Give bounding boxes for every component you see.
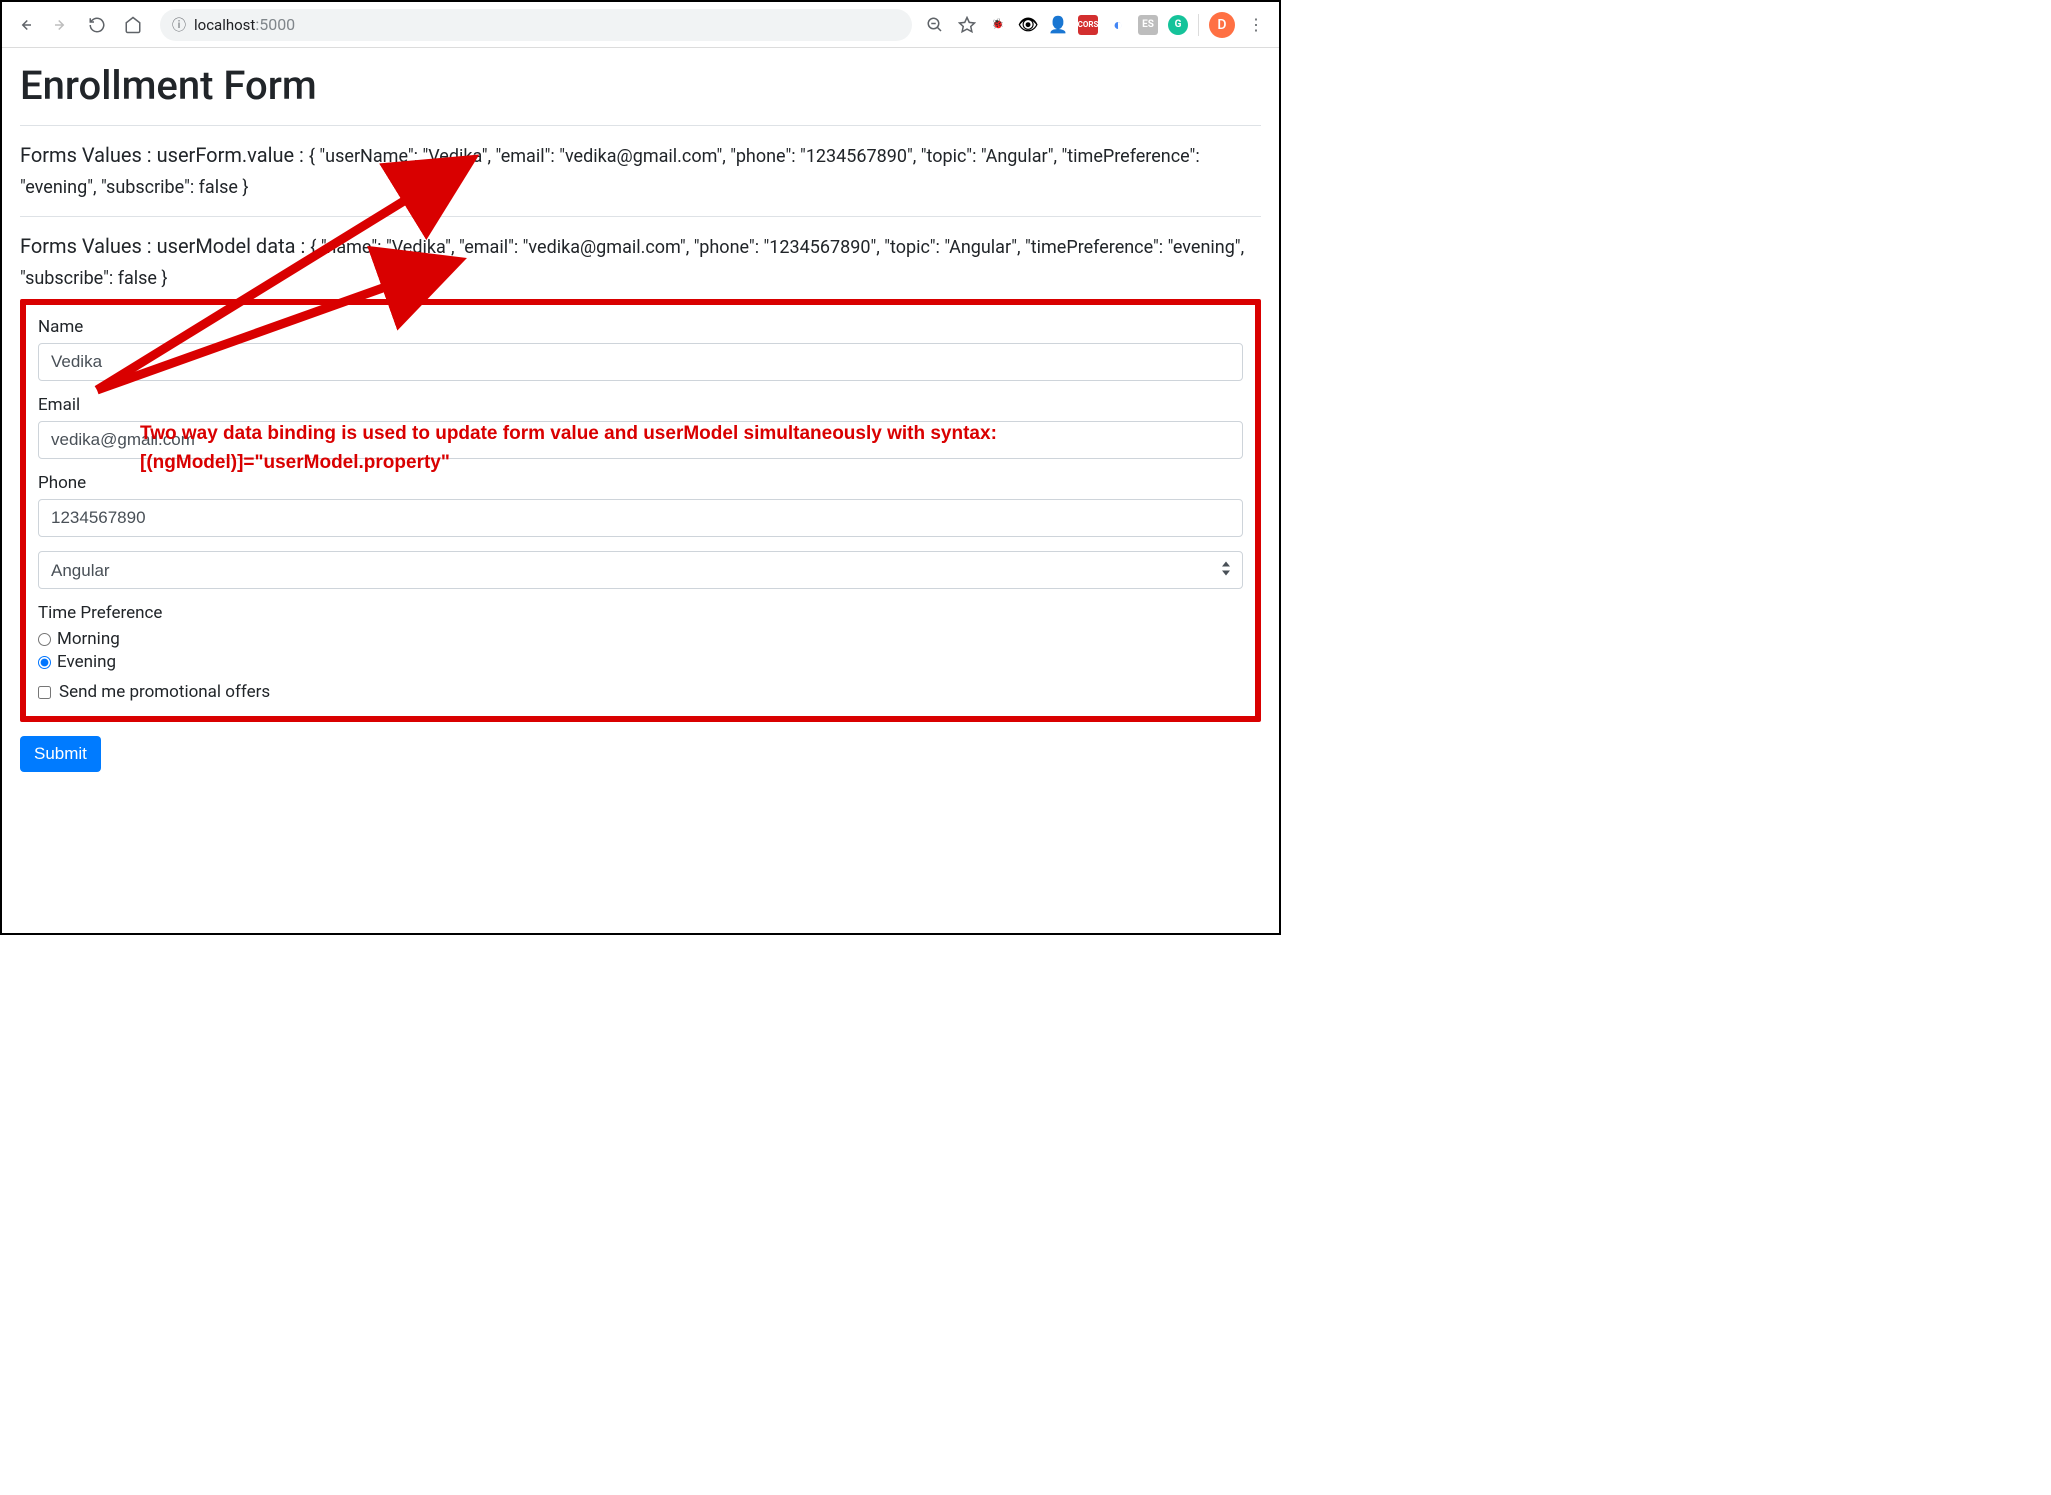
subscribe-label: Send me promotional offers <box>59 682 270 702</box>
page-title: Enrollment Form <box>20 62 1261 109</box>
info-icon: ⓘ <box>172 15 186 35</box>
morning-label: Morning <box>57 629 120 649</box>
enrollment-form: Name Email Phone Angular <box>20 299 1261 722</box>
phone-input[interactable] <box>38 499 1243 537</box>
page-content: Enrollment Form Forms Values : userForm.… <box>2 48 1279 786</box>
arrow-right-icon <box>52 16 70 34</box>
reload-button[interactable] <box>82 10 112 40</box>
arrow-left-icon <box>16 16 34 34</box>
zoom-icon[interactable] <box>924 14 946 36</box>
address-bar[interactable]: ⓘ localhost:5000 <box>160 9 912 41</box>
userform-value-output: Forms Values : userForm.value : { "userN… <box>20 140 1261 202</box>
extension-icon-3[interactable]: 👤 <box>1048 15 1068 35</box>
submit-button[interactable]: Submit <box>20 736 101 772</box>
name-input[interactable] <box>38 343 1243 381</box>
time-preference-label: Time Preference <box>38 603 1243 623</box>
annotation-text: Two way data binding is used to update f… <box>140 420 1100 477</box>
browser-toolbar: ⓘ localhost:5000 🐞 👁 👤 CORS ◐ ES G D ⋮ <box>2 2 1279 48</box>
home-button[interactable] <box>118 10 148 40</box>
es-extension-icon[interactable]: ES <box>1138 15 1158 35</box>
user-avatar[interactable]: D <box>1209 12 1235 38</box>
usermodel-data-output: Forms Values : userModel data : { "name"… <box>20 231 1261 293</box>
extension-icon-1[interactable]: 🐞 <box>988 15 1008 35</box>
evening-label: Evening <box>57 652 116 672</box>
home-icon <box>124 16 142 34</box>
extension-icon-4[interactable]: ◐ <box>1108 15 1128 35</box>
extension-icon-2[interactable]: 👁 <box>1018 15 1038 35</box>
evening-radio[interactable] <box>38 656 51 669</box>
divider <box>20 216 1261 217</box>
url-text: localhost:5000 <box>194 15 295 34</box>
reload-icon <box>88 16 106 34</box>
morning-radio[interactable] <box>38 633 51 646</box>
email-label: Email <box>38 395 1243 415</box>
bookmark-star-icon[interactable] <box>956 14 978 36</box>
toolbar-divider <box>1198 14 1199 36</box>
topic-select[interactable]: Angular <box>38 551 1243 589</box>
forward-button[interactable] <box>46 10 76 40</box>
cors-extension-icon[interactable]: CORS <box>1078 15 1098 35</box>
name-label: Name <box>38 317 1243 337</box>
divider <box>20 125 1261 126</box>
menu-dots-icon[interactable]: ⋮ <box>1245 14 1267 36</box>
subscribe-checkbox[interactable] <box>38 686 51 699</box>
back-button[interactable] <box>10 10 40 40</box>
toolbar-right: 🐞 👁 👤 CORS ◐ ES G D ⋮ <box>924 12 1271 38</box>
grammarly-icon[interactable]: G <box>1168 15 1188 35</box>
